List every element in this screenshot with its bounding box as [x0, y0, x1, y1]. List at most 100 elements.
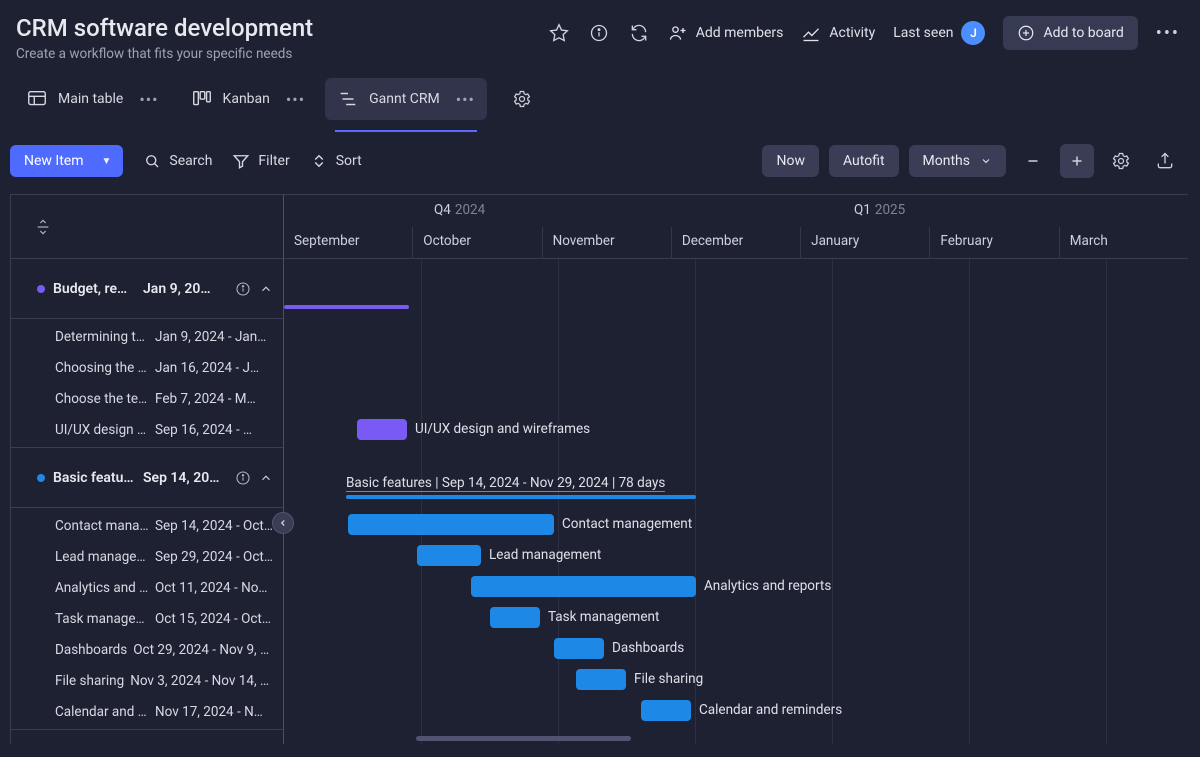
task-row[interactable]: DashboardsOct 29, 2024 - Nov 9, 2… — [11, 634, 283, 665]
tab-main-table[interactable]: Main table ••• — [14, 78, 171, 120]
task-name: Analytics and reports — [55, 580, 149, 596]
search-label: Search — [169, 153, 212, 169]
group-date: Jan 9, 20… — [143, 281, 227, 297]
task-bar[interactable] — [490, 607, 540, 628]
month-column: October — [412, 227, 541, 259]
sort-label: Sort — [336, 153, 362, 169]
autofit-label: Autofit — [843, 153, 885, 169]
task-bar[interactable] — [576, 669, 626, 690]
chevron-down-icon[interactable]: ▼ — [102, 156, 112, 167]
info-icon[interactable] — [588, 22, 610, 44]
last-seen[interactable]: Last seen J — [893, 21, 985, 45]
group-summary-bar[interactable] — [346, 495, 696, 499]
add-members-button[interactable]: Add members — [668, 23, 784, 43]
month-column: March — [1059, 227, 1188, 259]
task-row[interactable]: Contact managementSep 14, 2024 - Oct… — [11, 510, 283, 541]
group-summary-bar[interactable] — [284, 305, 409, 309]
last-seen-label: Last seen — [893, 25, 953, 41]
task-name: Choose the tech stack — [55, 391, 149, 407]
search-button[interactable]: Search — [143, 152, 212, 170]
month-column: December — [671, 227, 800, 259]
task-bar-label: Contact management — [562, 516, 692, 532]
task-date: Feb 7, 2024 - M… — [155, 391, 273, 407]
activity-button[interactable]: Activity — [801, 23, 875, 43]
group-header[interactable]: Basic featuresSep 14, 2024 - … — [11, 448, 283, 508]
group-date: Sep 14, 2024 - … — [143, 470, 227, 486]
task-bar[interactable] — [417, 545, 481, 566]
page-title: CRM software development — [16, 14, 313, 42]
sort-button[interactable]: Sort — [310, 152, 362, 170]
new-item-button[interactable]: New Item ▼ — [10, 145, 123, 177]
group-caption: Basic features | Sep 14, 2024 - Nov 29, … — [346, 475, 665, 492]
task-row[interactable]: Calendar and remindersNov 17, 2024 - N… — [11, 696, 283, 727]
month-column: January — [800, 227, 929, 259]
task-row[interactable]: Choose the tech stack Feb 7, 2024 - M… — [11, 383, 283, 414]
autofit-button[interactable]: Autofit — [829, 145, 899, 177]
task-name: Calendar and reminders — [55, 704, 149, 720]
task-bar-label: File sharing — [634, 671, 703, 687]
quarter-label: Q42024 — [434, 202, 485, 218]
expand-rows-icon[interactable] — [35, 219, 51, 235]
add-to-board-button[interactable]: Add to board — [1003, 16, 1137, 50]
activity-label: Activity — [829, 25, 875, 41]
month-column: February — [929, 227, 1058, 259]
quarter-label: Q12025 — [854, 202, 905, 218]
add-members-label: Add members — [696, 25, 784, 41]
task-bar[interactable] — [641, 700, 691, 721]
task-date: Jan 16, 2024 - J… — [155, 360, 273, 376]
month-column: September — [284, 227, 412, 259]
tab-kanban-menu-icon[interactable]: ••• — [286, 90, 305, 109]
chevron-up-icon[interactable] — [259, 471, 273, 485]
tab-main-table-menu-icon[interactable]: ••• — [139, 90, 158, 109]
filter-label: Filter — [258, 153, 289, 169]
task-row[interactable]: File sharingNov 3, 2024 - Nov 14, 2… — [11, 665, 283, 696]
info-icon[interactable] — [235, 470, 251, 486]
more-menu-icon[interactable]: ••• — [1156, 23, 1180, 44]
collapse-sidebar-button[interactable] — [272, 512, 294, 534]
tab-gantt-label: Gannt CRM — [369, 91, 440, 107]
task-bar[interactable] — [348, 514, 554, 535]
horizontal-scrollbar[interactable] — [416, 736, 631, 741]
task-row[interactable]: Task managementOct 15, 2024 - Oct … — [11, 603, 283, 634]
task-date: Sep 29, 2024 - Oct … — [155, 549, 273, 565]
task-name: Determining the budget — [55, 329, 149, 345]
tab-gantt-menu-icon[interactable]: ••• — [456, 90, 475, 109]
sync-icon[interactable] — [628, 22, 650, 44]
task-bar[interactable] — [554, 638, 604, 659]
chevron-up-icon[interactable] — [259, 282, 273, 296]
tab-main-table-label: Main table — [58, 91, 123, 107]
task-date: Oct 11, 2024 - Nov… — [155, 580, 273, 596]
task-row[interactable]: Analytics and reports Oct 11, 2024 - Nov… — [11, 572, 283, 603]
zoom-out-button[interactable] — [1016, 144, 1050, 178]
tab-kanban[interactable]: Kanban ••• — [179, 78, 318, 120]
board-settings-icon[interactable] — [1104, 144, 1138, 178]
zoom-in-button[interactable] — [1060, 144, 1094, 178]
task-bar-label: UI/UX design and wireframes — [415, 421, 590, 437]
month-column: November — [542, 227, 671, 259]
task-bar-label: Task management — [548, 609, 659, 625]
task-row[interactable]: Lead management Sep 29, 2024 - Oct … — [11, 541, 283, 572]
page-subtitle: Create a workflow that fits your specifi… — [16, 46, 313, 62]
info-icon[interactable] — [235, 281, 251, 297]
scale-label: Months — [923, 153, 970, 169]
new-item-label: New Item — [24, 153, 84, 169]
star-icon[interactable] — [548, 22, 570, 44]
now-button[interactable]: Now — [762, 145, 819, 177]
task-bar-label: Calendar and reminders — [699, 702, 842, 718]
task-bar[interactable] — [471, 576, 696, 597]
scale-select[interactable]: Months — [909, 145, 1006, 177]
tab-gantt[interactable]: Gannt CRM ••• — [325, 78, 487, 120]
task-row[interactable]: UI/UX design and wireframesSep 16, 2024 … — [11, 414, 283, 445]
filter-button[interactable]: Filter — [232, 152, 289, 170]
tab-kanban-label: Kanban — [223, 91, 270, 107]
add-to-board-label: Add to board — [1043, 25, 1123, 41]
view-settings-icon[interactable] — [511, 88, 533, 110]
task-bar-label: Lead management — [489, 547, 601, 563]
task-name: Lead management — [55, 549, 149, 565]
export-icon[interactable] — [1148, 144, 1182, 178]
task-row[interactable]: Determining the budgetJan 9, 2024 - Jan… — [11, 321, 283, 352]
task-name: Task management — [55, 611, 149, 627]
group-header[interactable]: Budget, requirements, designJan 9, 20… — [11, 259, 283, 319]
task-row[interactable]: Choosing the typeJan 16, 2024 - J… — [11, 352, 283, 383]
task-bar[interactable] — [357, 419, 407, 440]
